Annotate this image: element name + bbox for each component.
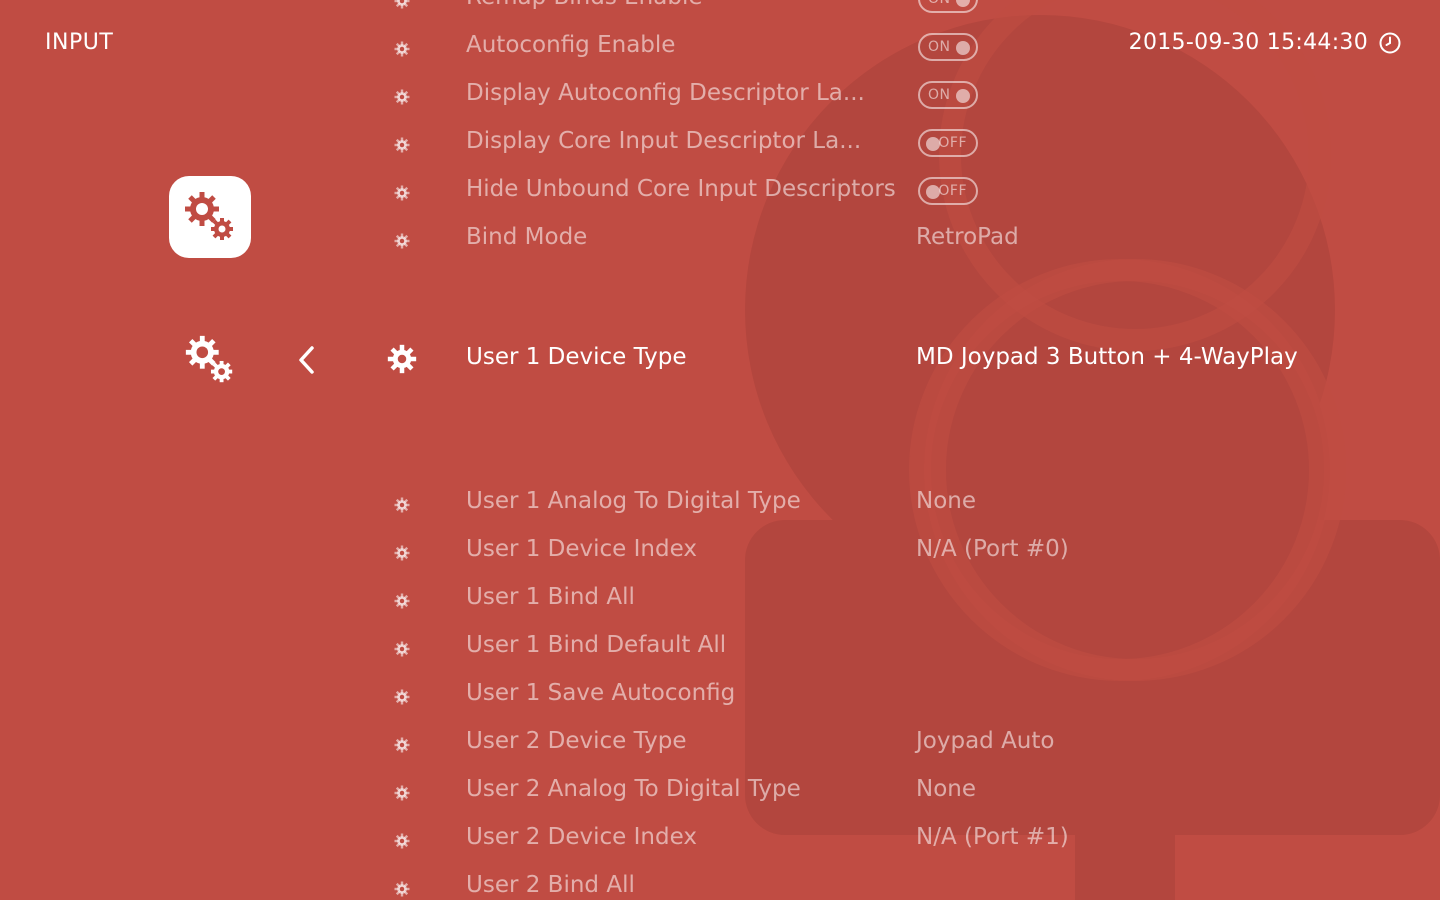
menu-item-value: MD Joypad 3 Button + 4-WayPlay — [916, 344, 1298, 370]
menu-item[interactable]: Autoconfig Enable ON — [385, 28, 1385, 68]
menu-item[interactable]: User 2 Bind All — [385, 868, 1385, 900]
toggle-knob — [956, 0, 970, 7]
toggle-state-label: ON — [928, 87, 951, 103]
menu-item-label: User 2 Analog To Digital Type — [466, 776, 801, 802]
settings-menu-list: Remap Binds EnableONAutoconfig EnableOND… — [0, 0, 1440, 900]
menu-item-label: Display Core Input Descriptor La... — [466, 128, 862, 154]
menu-item-label: User 1 Device Index — [466, 536, 697, 562]
gear-icon — [393, 40, 411, 58]
gear-icon — [393, 232, 411, 250]
menu-item[interactable]: Display Autoconfig Descriptor La... ON — [385, 76, 1385, 116]
menu-item[interactable]: Remap Binds Enable ON — [385, 0, 1385, 20]
menu-item-label: User 1 Analog To Digital Type — [466, 488, 801, 514]
gear-icon — [393, 184, 411, 202]
toggle-knob — [926, 185, 940, 199]
menu-item-label: Hide Unbound Core Input Descriptors — [466, 176, 896, 202]
menu-item-label: Autoconfig Enable — [466, 32, 676, 58]
gear-icon — [393, 544, 411, 562]
menu-item[interactable]: User 1 Analog To Digital Type None — [385, 484, 1385, 524]
menu-item-label: User 2 Device Index — [466, 824, 697, 850]
menu-item[interactable]: User 2 Device Index N/A (Port #1) — [385, 820, 1385, 860]
menu-item-label: User 1 Device Type — [466, 344, 687, 370]
toggle-state-label: OFF — [938, 135, 967, 151]
menu-item-label: User 1 Bind Default All — [466, 632, 727, 658]
menu-item-value: None — [916, 488, 977, 514]
toggle-knob — [956, 89, 970, 103]
gear-icon — [393, 592, 411, 610]
menu-item-label: User 2 Device Type — [466, 728, 687, 754]
menu-item-label: Remap Binds Enable — [466, 0, 703, 10]
menu-item-value: N/A (Port #0) — [916, 536, 1069, 562]
menu-item[interactable]: User 2 Device Type Joypad Auto — [385, 724, 1385, 764]
gear-icon — [393, 496, 411, 514]
menu-item-value: RetroPad — [916, 224, 1019, 250]
gear-icon — [393, 784, 411, 802]
toggle-state-label: ON — [928, 0, 951, 7]
toggle-switch[interactable]: OFF — [918, 129, 978, 157]
menu-item[interactable]: User 1 Device Index N/A (Port #0) — [385, 532, 1385, 572]
toggle-switch[interactable]: ON — [918, 0, 978, 13]
gear-icon — [393, 736, 411, 754]
menu-item[interactable]: User 1 Bind Default All — [385, 628, 1385, 668]
gear-icon — [393, 0, 411, 10]
menu-item-label: User 1 Save Autoconfig — [466, 680, 736, 706]
gear-icon — [393, 688, 411, 706]
toggle-knob — [956, 41, 970, 55]
gear-icon — [385, 342, 419, 376]
toggle-switch[interactable]: ON — [918, 33, 978, 61]
menu-item[interactable]: User 2 Analog To Digital Type None — [385, 772, 1385, 812]
toggle-switch[interactable]: OFF — [918, 177, 978, 205]
menu-item[interactable]: User 1 Bind All — [385, 580, 1385, 620]
toggle-state-label: ON — [928, 39, 951, 55]
gear-icon — [393, 880, 411, 898]
menu-item[interactable]: User 1 Save Autoconfig — [385, 676, 1385, 716]
menu-item-label: Bind Mode — [466, 224, 588, 250]
gear-icon — [393, 832, 411, 850]
menu-item[interactable]: Display Core Input Descriptor La... OFF — [385, 124, 1385, 164]
menu-item[interactable]: Hide Unbound Core Input Descriptors OFF — [385, 172, 1385, 212]
menu-item-value: None — [916, 776, 977, 802]
toggle-switch[interactable]: ON — [918, 81, 978, 109]
menu-item[interactable]: User 1 Device Type MD Joypad 3 Button + 4… — [385, 340, 1385, 380]
gear-icon — [393, 136, 411, 154]
gear-icon — [393, 640, 411, 658]
menu-item-value: Joypad Auto — [916, 728, 1055, 754]
menu-item-label: Display Autoconfig Descriptor La... — [466, 80, 865, 106]
toggle-state-label: OFF — [938, 183, 967, 199]
menu-item[interactable]: Bind Mode RetroPad — [385, 220, 1385, 260]
menu-item-label: User 1 Bind All — [466, 584, 635, 610]
toggle-knob — [926, 137, 940, 151]
menu-item-label: User 2 Bind All — [466, 872, 635, 898]
gear-icon — [393, 88, 411, 106]
menu-item-value: N/A (Port #1) — [916, 824, 1069, 850]
